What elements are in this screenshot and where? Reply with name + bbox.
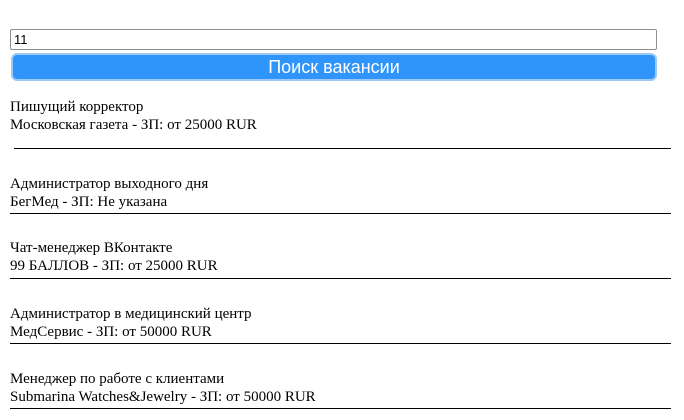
search-input[interactable] — [10, 29, 657, 50]
vacancy-employer-salary: Московская газета - ЗП: от 25000 RUR — [10, 117, 257, 133]
vacancy-title: Менеджер по работе с клиентами — [10, 371, 225, 387]
vacancy-employer-salary: Submarina Watches&Jewelry - ЗП: от 50000… — [10, 389, 316, 405]
vacancy-employer-salary: 99 БАЛЛОВ - ЗП: от 25000 RUR — [10, 258, 218, 274]
vacancy-title: Чат-менеджер ВКонтакте — [10, 240, 173, 256]
vacancy-divider — [10, 213, 671, 214]
vacancy-item: Менеджер по работе с клиентами Submarina… — [10, 370, 316, 406]
vacancy-item: Администратор выходного дня БегМед - ЗП:… — [10, 175, 208, 211]
vacancy-item: Чат-менеджер ВКонтакте 99 БАЛЛОВ - ЗП: о… — [10, 239, 218, 275]
vacancy-divider — [10, 343, 671, 344]
vacancy-divider — [14, 148, 671, 149]
vacancy-item: Пишущий корректор Московская газета - ЗП… — [10, 98, 257, 134]
vacancy-title: Администратор в медицинский центр — [10, 306, 252, 322]
vacancy-employer-salary: МедСервис - ЗП: от 50000 RUR — [10, 324, 212, 340]
vacancy-item: Администратор в медицинский центр МедСер… — [10, 305, 252, 341]
vacancy-title: Пишущий корректор — [10, 99, 144, 115]
vacancy-divider — [10, 278, 671, 279]
search-vacancy-button[interactable]: Поиск вакансии — [11, 53, 657, 81]
vacancy-title: Администратор выходного дня — [10, 176, 209, 192]
vacancy-divider — [10, 408, 671, 409]
vacancy-employer-salary: БегМед - ЗП: Не указана — [10, 194, 168, 210]
